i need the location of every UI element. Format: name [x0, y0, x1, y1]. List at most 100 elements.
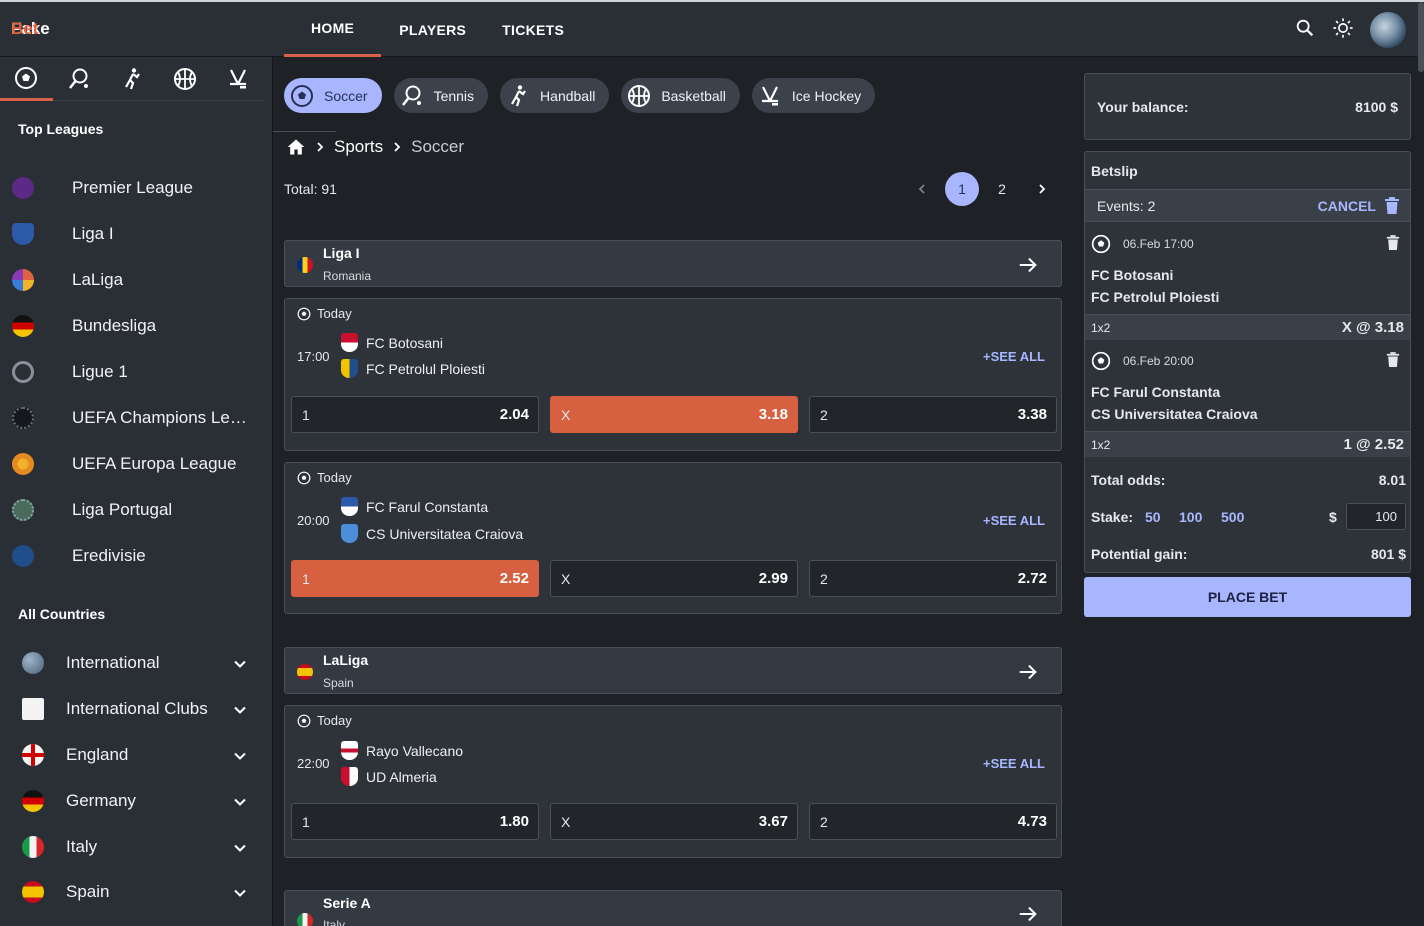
- prev-page-button[interactable]: [902, 172, 942, 206]
- flag-spain-icon: [22, 881, 44, 903]
- sport-tab-basketball[interactable]: [158, 57, 211, 101]
- flag-england-icon: [22, 744, 44, 766]
- soccer-icon: [291, 84, 313, 107]
- breadcrumb-sports[interactable]: Sports: [334, 137, 383, 157]
- league-item[interactable]: Liga Portugal: [0, 487, 264, 533]
- stake-option-50[interactable]: 50: [1145, 509, 1161, 525]
- avatar[interactable]: [1370, 12, 1406, 48]
- stake-option-100[interactable]: 100: [1179, 509, 1202, 525]
- balance-value: 8100 $: [1355, 99, 1398, 115]
- match-time: 17:00: [297, 349, 330, 364]
- odd-button-1[interactable]: 1 2.52: [291, 560, 539, 597]
- chevron-right-icon: [317, 142, 324, 152]
- cancel-button[interactable]: CANCEL: [1318, 198, 1376, 214]
- home-team: FC Farul Constanta: [341, 497, 488, 516]
- sport-tab-tennis[interactable]: [53, 57, 106, 101]
- chip-soccer[interactable]: Soccer: [284, 78, 382, 113]
- logo[interactable]: Fake Bet: [11, 19, 336, 132]
- league-logo-icon: [12, 407, 34, 429]
- country-item-international-clubs[interactable]: International Clubs: [0, 686, 264, 732]
- league-logo-icon: [12, 223, 34, 245]
- league-header[interactable]: LaLiga Spain: [284, 647, 1062, 694]
- chip-handball[interactable]: Handball: [500, 78, 610, 113]
- chevron-down-icon[interactable]: [232, 794, 248, 810]
- chevron-down-icon[interactable]: [232, 840, 248, 856]
- trash-icon[interactable]: [1386, 235, 1400, 251]
- country-item-spain[interactable]: Spain: [0, 869, 264, 915]
- trash-icon[interactable]: [1384, 197, 1400, 215]
- flag-germany-icon: [22, 790, 44, 812]
- league-logo-icon: [12, 453, 34, 475]
- chevron-down-icon[interactable]: [232, 702, 248, 718]
- odd-button-2[interactable]: 2 2.72: [809, 560, 1057, 597]
- chip-ice-hockey[interactable]: Ice Hockey: [751, 78, 876, 113]
- next-page-button[interactable]: [1022, 172, 1062, 206]
- odd-button-x[interactable]: X 2.99: [550, 560, 798, 597]
- league-logo-icon: [12, 545, 34, 567]
- stake-option-500[interactable]: 500: [1221, 509, 1244, 525]
- nav-players[interactable]: PLAYERS: [381, 2, 484, 57]
- potential-gain-value: 801 $: [1370, 546, 1406, 562]
- team-logo-icon: [341, 497, 358, 516]
- nav-tickets[interactable]: TICKETS: [484, 2, 582, 57]
- league-logo-icon: [12, 315, 34, 337]
- arrow-right-icon[interactable]: [1017, 903, 1039, 925]
- trash-icon[interactable]: [1386, 352, 1400, 368]
- chevron-down-icon[interactable]: [232, 748, 248, 764]
- theme-toggle-icon[interactable]: [1332, 17, 1354, 44]
- league-item[interactable]: Ligue 1: [0, 349, 264, 395]
- league-logo-icon: [12, 361, 34, 383]
- flag-icon: [22, 698, 44, 720]
- league-header[interactable]: Liga I Romania: [284, 240, 1062, 287]
- league-item[interactable]: LaLiga: [0, 257, 264, 303]
- odd-button-x[interactable]: X 3.67: [550, 803, 798, 840]
- odd-button-x[interactable]: X 3.18: [550, 396, 798, 433]
- odd-button-1[interactable]: 1 1.80: [291, 803, 539, 840]
- top-leagues-heading: Top Leagues: [18, 121, 104, 137]
- main-content: Soccer Tennis Handball Basketball Ice Ho…: [284, 57, 1062, 926]
- league-item[interactable]: Premier League: [0, 165, 264, 211]
- league-item[interactable]: Eredivisie: [0, 533, 264, 579]
- balance-card: Your balance: 8100 $: [1084, 73, 1411, 140]
- arrow-right-icon[interactable]: [1017, 661, 1039, 683]
- league-header[interactable]: Serie A Italy: [284, 890, 1062, 926]
- see-all-link[interactable]: +SEE ALL: [983, 513, 1045, 528]
- odd-button-1[interactable]: 1 2.04: [291, 396, 539, 433]
- country-item-italy[interactable]: Italy: [0, 824, 264, 870]
- page-1-button[interactable]: 1: [945, 172, 979, 206]
- odd-button-2[interactable]: 2 4.73: [809, 803, 1057, 840]
- pagination: 1 2: [902, 172, 1062, 206]
- country-item-england[interactable]: England: [0, 732, 264, 778]
- league-logo-icon: [12, 269, 34, 291]
- page-2-button[interactable]: 2: [982, 172, 1022, 206]
- league-item[interactable]: UEFA Champions League: [0, 395, 264, 441]
- arrow-right-icon[interactable]: [1017, 254, 1039, 276]
- page-scrollbar[interactable]: [1418, 2, 1424, 72]
- stake-input[interactable]: [1346, 503, 1406, 530]
- odd-button-2[interactable]: 2 3.38: [809, 396, 1057, 433]
- see-all-link[interactable]: +SEE ALL: [983, 756, 1045, 771]
- league-item[interactable]: UEFA Europa League: [0, 441, 264, 487]
- chevron-down-icon[interactable]: [232, 656, 248, 672]
- chevron-down-icon[interactable]: [232, 885, 248, 901]
- sport-tab-soccer[interactable]: [0, 57, 53, 101]
- country-item-germany[interactable]: Germany: [0, 778, 264, 824]
- league-item[interactable]: Bundesliga: [0, 303, 264, 349]
- league-item[interactable]: Liga I: [0, 211, 264, 257]
- home-icon[interactable]: [286, 137, 306, 157]
- chip-basketball[interactable]: Basketball: [621, 78, 740, 113]
- chip-tennis[interactable]: Tennis: [393, 78, 489, 113]
- country-item-international[interactable]: International: [0, 640, 264, 686]
- nav-home[interactable]: HOME: [284, 2, 382, 57]
- top-actions: [1294, 12, 1406, 48]
- ice-hockey-icon: [761, 86, 778, 105]
- see-all-link[interactable]: +SEE ALL: [983, 349, 1045, 364]
- sport-tab-handball[interactable]: [106, 57, 159, 101]
- place-bet-button[interactable]: PLACE BET: [1084, 577, 1411, 617]
- sport-tab-ice-hockey[interactable]: [211, 57, 264, 101]
- total-odds-value: 8.01: [1378, 472, 1406, 488]
- soccer-icon: [297, 307, 311, 320]
- league-logo-icon: [12, 499, 34, 521]
- search-icon[interactable]: [1294, 17, 1316, 44]
- stake-row: Stake: 50 100 500 $: [1091, 503, 1406, 530]
